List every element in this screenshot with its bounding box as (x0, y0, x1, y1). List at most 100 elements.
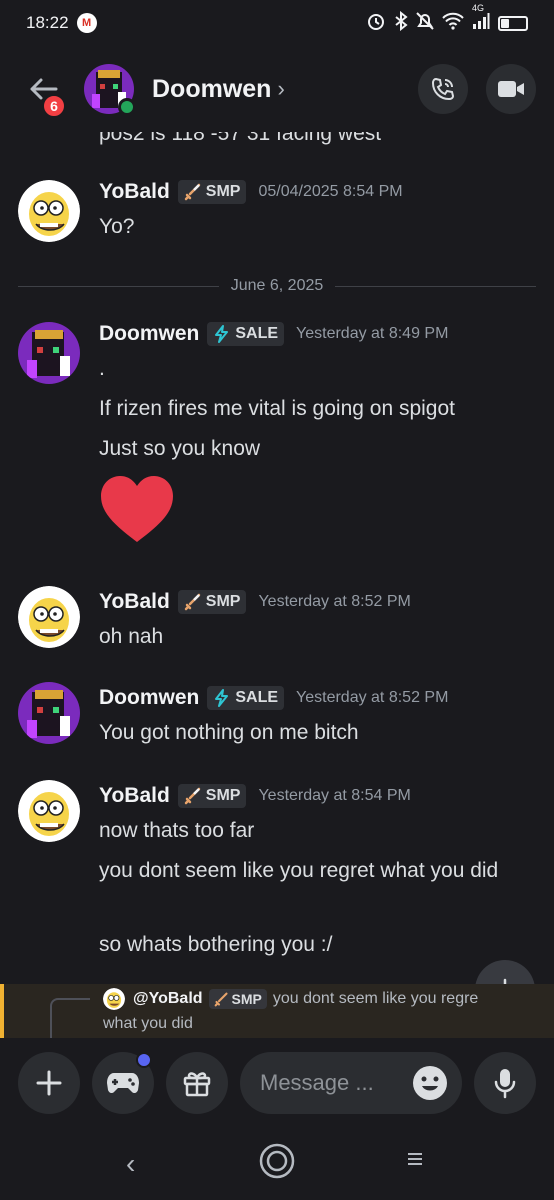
plus-icon (36, 1070, 62, 1096)
nav-menu-icon[interactable] (404, 1148, 426, 1170)
video-icon (498, 81, 524, 97)
sword-icon (184, 787, 201, 805)
back-button[interactable]: 6 (18, 64, 68, 118)
server-tag[interactable]: SMP (177, 784, 247, 808)
server-tag[interactable]: SMP (177, 590, 247, 614)
timestamp: Yesterday at 8:49 PM (296, 325, 449, 342)
message-text: If rizen fires me vital is going on spig… (99, 397, 455, 420)
avatar[interactable] (18, 682, 80, 744)
status-time: 18:22 (26, 13, 69, 32)
online-status-dot (118, 98, 136, 116)
sword-icon (214, 992, 228, 1006)
lightning-icon (215, 325, 229, 343)
message-header: YoBald SMP 05/04/2025 8:54 PM (99, 180, 403, 204)
server-tag-label: SMP (205, 183, 241, 200)
notification-dot (136, 1052, 152, 1068)
avatar[interactable] (18, 586, 80, 648)
reply-avatar (103, 988, 125, 1010)
message-text: so whats bothering you :/ (99, 933, 333, 956)
message-text: You got nothing on me bitch (99, 721, 359, 744)
gift-icon (183, 1072, 211, 1097)
previous-message-text: pos2 is 118 -57 31 facing west (99, 132, 382, 145)
gamepad-icon (107, 1073, 139, 1094)
sword-icon (184, 593, 201, 611)
unread-badge: 6 (42, 94, 66, 118)
server-tag-label: SMP (205, 593, 241, 610)
status-icons: 4G (366, 3, 528, 36)
nav-home-icon[interactable] (259, 1143, 295, 1179)
server-tag[interactable]: SALE (207, 322, 285, 346)
yobald-avatar-image (18, 180, 80, 242)
server-tag: SMP (208, 989, 267, 1009)
avatar[interactable] (18, 322, 80, 384)
bluetooth-icon (394, 10, 408, 36)
server-tag[interactable]: SMP (177, 180, 247, 204)
mute-bell-icon (416, 11, 434, 36)
divider-line (18, 285, 219, 287)
server-tag-label: SMP (205, 787, 241, 804)
message-header: YoBald SMP Yesterday at 8:52 PM (99, 590, 411, 614)
voice-message-button[interactable] (474, 1052, 536, 1114)
message-text: . (99, 357, 105, 380)
author-name[interactable]: YoBald (99, 180, 170, 204)
network-type: 4G (472, 2, 485, 13)
reply-text: you dont seem like you regre (272, 990, 479, 1007)
page-title: Doomwen (152, 74, 272, 103)
doomwen-avatar-image (18, 682, 80, 744)
alarm-icon (366, 11, 386, 36)
message-text: Just so you know (99, 437, 261, 460)
date-label: June 6, 2025 (230, 277, 324, 294)
divider-line (335, 285, 536, 287)
author-name[interactable]: YoBald (99, 590, 170, 614)
author-name[interactable]: Doomwen (99, 686, 199, 710)
yobald-avatar-image (103, 988, 125, 1010)
reply-preview[interactable]: @YoBald SMP you dont seem like you regre… (0, 984, 554, 1038)
timestamp: 05/04/2025 8:54 PM (258, 183, 403, 200)
voice-call-button[interactable] (418, 64, 468, 114)
doomwen-avatar-image (18, 322, 80, 384)
reply-mention: @YoBald (133, 990, 203, 1007)
reply-text: what you did (103, 1015, 193, 1032)
call-icon (431, 77, 455, 101)
timestamp: Yesterday at 8:54 PM (258, 787, 411, 804)
author-name[interactable]: Doomwen (99, 322, 199, 346)
avatar[interactable] (84, 64, 136, 116)
message-list[interactable]: pos2 is 118 -57 31 facing west YoBald SM… (0, 132, 554, 984)
chevron-right-icon: › (277, 76, 285, 101)
message-placeholder: Message ... (260, 1070, 374, 1095)
emoji-icon[interactable] (412, 1065, 448, 1101)
status-bar: 18:22 M 4G (0, 0, 554, 46)
author-name[interactable]: YoBald (99, 784, 170, 808)
wifi-icon (442, 12, 464, 35)
sword-icon (184, 183, 201, 201)
timestamp: Yesterday at 8:52 PM (296, 689, 449, 706)
timestamp: Yesterday at 8:52 PM (258, 593, 411, 610)
activities-button[interactable] (92, 1052, 154, 1114)
channel-header: 6 Doomwen › (0, 46, 554, 132)
system-navigation-bar: ‹ (0, 1130, 554, 1200)
message-text: oh nah (99, 625, 164, 648)
avatar[interactable] (18, 780, 80, 842)
nav-back-icon[interactable]: ‹ (126, 1148, 135, 1180)
server-tag-label: SALE (235, 325, 279, 342)
channel-title[interactable]: Doomwen › (152, 75, 285, 104)
server-tag[interactable]: SALE (207, 686, 285, 710)
microphone-icon (494, 1069, 516, 1099)
message-composer: Message ... (0, 1038, 554, 1130)
message-input[interactable]: Message ... (240, 1052, 462, 1114)
gift-button[interactable] (166, 1052, 228, 1114)
yobald-avatar-image (18, 586, 80, 648)
message-header: Doomwen SALE Yesterday at 8:49 PM (99, 322, 448, 346)
message-header: Doomwen SALE Yesterday at 8:52 PM (99, 686, 448, 710)
battery-icon (498, 15, 528, 31)
yobald-avatar-image (18, 780, 80, 842)
video-call-button[interactable] (486, 64, 536, 114)
signal-icon: 4G (472, 3, 490, 35)
avatar[interactable] (18, 180, 80, 242)
server-tag-label: SALE (235, 689, 279, 706)
add-attachment-button[interactable] (18, 1052, 80, 1114)
message-text: Yo? (99, 215, 135, 238)
reply-connector (50, 998, 90, 1038)
gmail-icon: M (76, 13, 97, 33)
lightning-icon (215, 689, 229, 707)
